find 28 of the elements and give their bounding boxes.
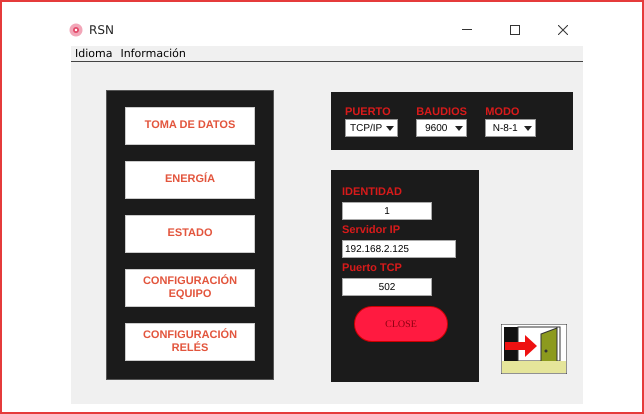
minimize-icon[interactable] <box>462 29 472 31</box>
nav-button[interactable]: CONFIGURACIÓN RELÉS <box>125 323 255 361</box>
menu-item[interactable]: Idioma <box>75 47 112 60</box>
dropdown[interactable]: 9600 <box>416 119 468 137</box>
field-label: BAUDIOS <box>416 106 468 119</box>
field-label: IDENTIDAD <box>342 186 403 199</box>
field-label: Puerto TCP <box>342 262 403 275</box>
field-label: PUERTO <box>345 106 392 119</box>
input-field[interactable]: 1 <box>342 202 432 220</box>
nav-button[interactable]: ENERGÍA <box>125 161 255 199</box>
input-field[interactable]: 502 <box>342 278 432 296</box>
nav-button[interactable]: TOMA DE DATOS <box>125 107 255 145</box>
menu-item[interactable]: Información <box>120 47 186 60</box>
dropdown[interactable]: TCP/IP <box>345 119 398 137</box>
window-title: RSN <box>89 23 114 37</box>
field-label: MODO <box>485 106 520 119</box>
flower-icon <box>69 23 83 37</box>
nav-button[interactable]: CONFIGURACIÓN EQUIPO <box>125 269 255 307</box>
input-field[interactable]: 192.168.2.125 <box>342 240 456 258</box>
field-label: Servidor IP <box>342 224 402 237</box>
close-icon[interactable] <box>558 25 568 35</box>
maximize-icon[interactable] <box>510 25 520 35</box>
exit-door-icon[interactable] <box>501 324 567 374</box>
dropdown[interactable]: N-8-1 <box>485 119 536 137</box>
nav-button[interactable]: ESTADO <box>125 215 255 253</box>
caret-icon <box>524 126 532 130</box>
caret-icon <box>455 126 464 130</box>
caret-icon <box>386 126 394 130</box>
